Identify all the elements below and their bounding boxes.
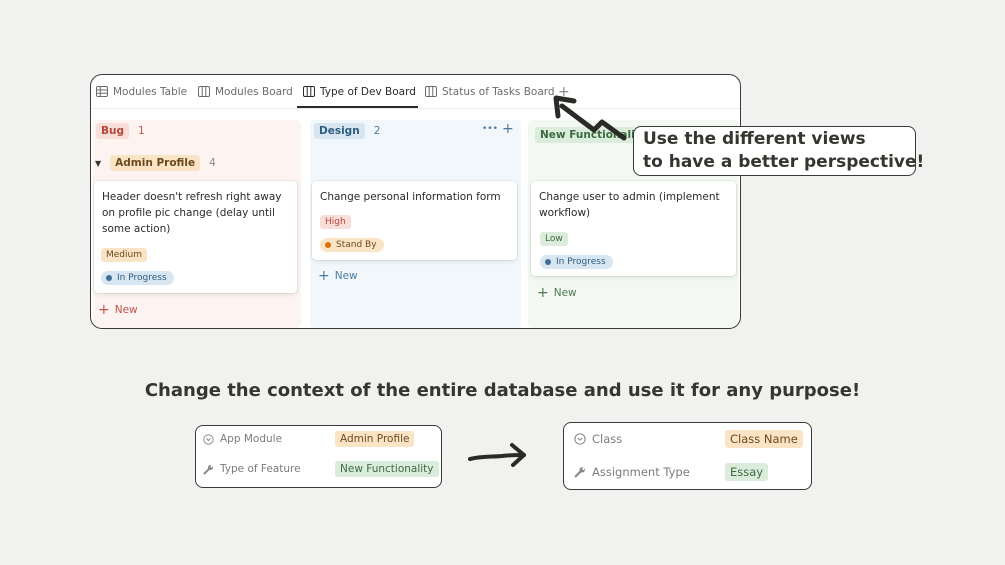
callout-box: Use the different views to have a better… [633, 126, 924, 176]
properties-dev-box: App Module Admin Profile Type of Feature… [195, 425, 442, 488]
tab-modules-table[interactable]: Modules Table [96, 75, 187, 108]
tab-type-of-dev-board[interactable]: Type of Dev Board [303, 75, 416, 108]
table-icon [96, 86, 108, 97]
plus-icon: + [98, 302, 110, 318]
plus-icon: + [318, 268, 330, 284]
status-badge: Stand By [320, 238, 384, 252]
tab-label: Type of Dev Board [320, 85, 416, 98]
active-tab-indicator [297, 106, 418, 108]
board-icon [425, 86, 437, 97]
property-label: Class [592, 432, 623, 446]
property-class[interactable]: Class [574, 432, 622, 446]
board-window: Modules Table Modules Board Type of Dev … [90, 74, 741, 329]
property-app-module[interactable]: App Module [203, 433, 282, 445]
property-label: Assignment Type [592, 465, 690, 479]
card-design-personal-info[interactable]: Change personal information form High St… [312, 181, 517, 260]
column-label: Bug [96, 123, 129, 139]
new-card-button[interactable]: + New [537, 285, 577, 301]
more-options-button[interactable]: ••• [482, 124, 498, 134]
property-value-tag[interactable]: Admin Profile [335, 431, 415, 447]
status-label: In Progress [556, 257, 606, 267]
property-value-tag[interactable]: New Functionality [335, 461, 439, 477]
plus-icon: + [537, 285, 549, 301]
callout-line-2: to have a better perspective! [643, 152, 925, 172]
status-dot-icon [106, 275, 112, 281]
target-icon [203, 433, 214, 445]
property-label: Type of Feature [220, 463, 301, 475]
group-admin-profile[interactable]: ▼ Admin Profile 4 [95, 155, 216, 171]
target-icon [574, 433, 586, 445]
group-count: 4 [209, 157, 216, 169]
tab-label: Modules Table [113, 85, 188, 98]
status-dot-icon [545, 259, 551, 265]
card-title: Change user to admin (implement workflow… [539, 191, 720, 219]
status-label: In Progress [117, 273, 167, 283]
status-badge: In Progress [101, 271, 174, 285]
chevron-down-icon[interactable]: ▼ [95, 159, 101, 168]
status-badge: In Progress [540, 255, 613, 269]
board-icon [198, 86, 210, 97]
pointer-arrow-icon [553, 95, 627, 141]
column-header-design: Design 2 [314, 123, 380, 139]
priority-tag: Medium [101, 248, 147, 262]
new-label: New [114, 304, 138, 316]
status-dot-icon [325, 242, 331, 248]
view-tabs: Modules Table Modules Board Type of Dev … [91, 75, 740, 109]
transform-arrow-icon [468, 443, 526, 467]
add-card-button[interactable]: + [502, 121, 514, 137]
card-newf-admin-workflow[interactable]: Change user to admin (implement workflow… [531, 181, 736, 276]
properties-class-box: Class Class Name Assignment Type Essay [563, 422, 812, 490]
property-value-tag[interactable]: Essay [725, 463, 769, 481]
card-bug-header-refresh[interactable]: Header doesn't refresh right away on pro… [94, 181, 297, 293]
column-count: 1 [138, 125, 145, 137]
property-value-tag[interactable]: Class Name [725, 430, 803, 448]
board-icon [303, 86, 315, 97]
status-label: Stand By [336, 240, 377, 250]
tab-label: Status of Tasks Board [442, 85, 555, 98]
new-card-button[interactable]: + New [318, 268, 358, 284]
group-label: Admin Profile [110, 155, 201, 171]
property-type-of-feature[interactable]: Type of Feature [203, 463, 301, 475]
new-card-button[interactable]: + New [98, 302, 138, 318]
callout-line-1: Use the different views [643, 129, 866, 149]
tab-label: Modules Board [215, 85, 293, 98]
tab-modules-board[interactable]: Modules Board [198, 75, 293, 108]
card-title: Header doesn't refresh right away on pro… [102, 191, 282, 235]
property-assignment-type[interactable]: Assignment Type [574, 465, 690, 479]
column-header-bug: Bug 1 [96, 123, 145, 139]
tab-status-of-tasks-board[interactable]: Status of Tasks Board [425, 75, 555, 108]
new-label: New [553, 287, 577, 299]
wrench-icon [574, 467, 585, 478]
column-label: Design [314, 123, 365, 139]
priority-tag: High [320, 215, 351, 229]
property-label: App Module [220, 433, 283, 445]
column-count: 2 [373, 125, 381, 137]
wrench-icon [203, 464, 213, 474]
new-label: New [334, 270, 358, 282]
card-title: Change personal information form [320, 191, 501, 203]
headline: Change the context of the entire databas… [144, 380, 861, 401]
priority-tag: Low [540, 232, 568, 246]
